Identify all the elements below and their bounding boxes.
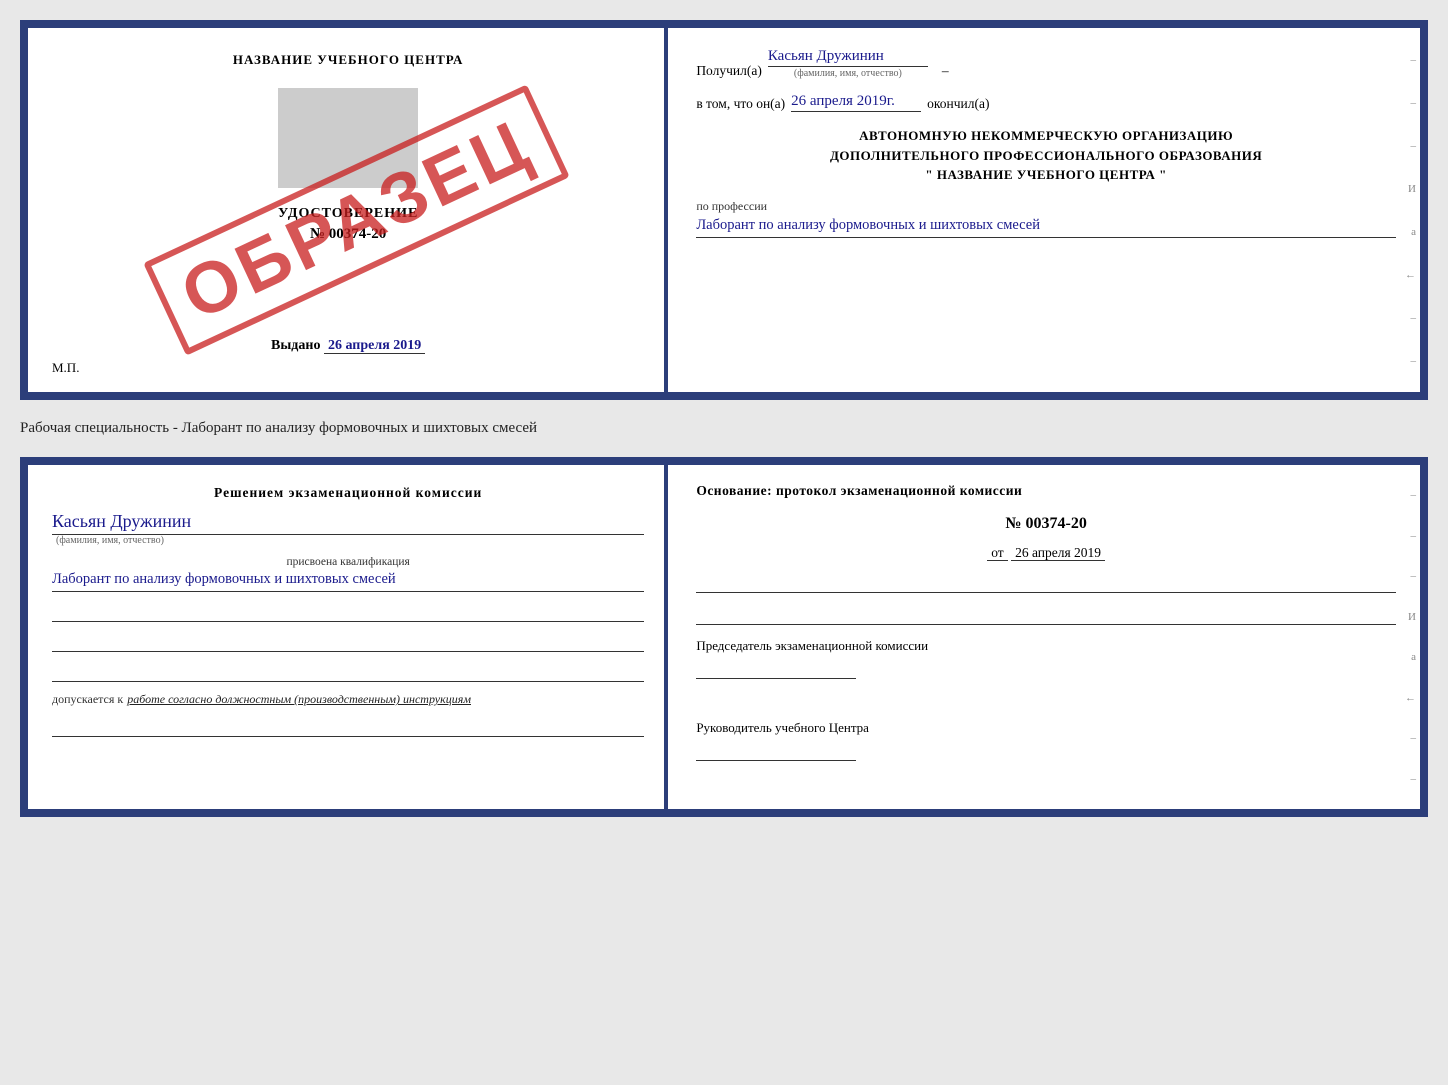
date-value: 26 апреля 2019г. (791, 93, 921, 112)
side-a: а (1400, 226, 1416, 238)
dash-5: – (1400, 355, 1416, 367)
blank-line-4 (52, 721, 644, 737)
bottom-doc-right: Основание: протокол экзаменационной коми… (668, 465, 1420, 809)
side-i: И (1400, 183, 1416, 195)
org-line1: АВТОНОМНУЮ НЕКОММЕРЧЕСКУЮ ОРГАНИЗАЦИЮ (696, 126, 1396, 146)
protocol-number: № 00374-20 (696, 515, 1396, 533)
bottom-dash-1: – (1400, 489, 1416, 501)
mp-label: М.П. (52, 360, 79, 376)
profession-value: Лаборант по анализу формовочных и шихтов… (696, 214, 1396, 238)
bottom-dash-4: – (1400, 732, 1416, 744)
received-prefix: Получил(а) (696, 63, 762, 79)
top-left-title: НАЗВАНИЕ УЧЕБНОГО ЦЕНТРА (233, 52, 464, 68)
qualification-value: Лаборант по анализу формовочных и шихтов… (52, 568, 644, 592)
allowed-text: работе согласно должностным (производств… (127, 692, 471, 707)
page-container: НАЗВАНИЕ УЧЕБНОГО ЦЕНТРА УДОСТОВЕРЕНИЕ №… (20, 20, 1428, 817)
cert-label: УДОСТОВЕРЕНИЕ (278, 206, 418, 222)
right-sidebar-top: – – – И а ← – – (1396, 28, 1420, 392)
right-sidebar-bottom: – – – И а ← – – (1396, 465, 1420, 809)
bottom-name-block: Касьян Дружинин (фамилия, имя, отчество) (52, 511, 644, 546)
blank-line-2 (52, 636, 644, 652)
side-arrow: ← (1400, 269, 1416, 281)
basis-text: Основание: протокол экзаменационной коми… (696, 483, 1396, 499)
chairman-label: Председатель экзаменационной комиссии (696, 637, 1396, 655)
chairman-block: Председатель экзаменационной комиссии (696, 637, 1396, 679)
director-sign-line (696, 741, 856, 761)
org-line2: ДОПОЛНИТЕЛЬНОГО ПРОФЕССИОНАЛЬНОГО ОБРАЗО… (696, 146, 1396, 166)
date-prefix: в том, что он(а) (696, 96, 785, 112)
top-doc-right: Получил(а) Касьян Дружинин (фамилия, имя… (668, 28, 1420, 392)
bottom-document: Решением экзаменационной комиссии Касьян… (20, 457, 1428, 817)
allowed-block: допускается к работе согласно должностны… (52, 692, 644, 707)
received-name: Касьян Дружинин (768, 48, 928, 67)
blank-line-1 (52, 606, 644, 622)
issued-date-value: 26 апреля 2019 (324, 338, 425, 354)
date-value-bottom: 26 апреля 2019 (1011, 545, 1105, 561)
top-document: НАЗВАНИЕ УЧЕБНОГО ЦЕНТРА УДОСТОВЕРЕНИЕ №… (20, 20, 1428, 400)
bottom-dash-5: – (1400, 773, 1416, 785)
org-block: АВТОНОМНУЮ НЕКОММЕРЧЕСКУЮ ОРГАНИЗАЦИЮ ДО… (696, 126, 1396, 185)
profession-block: по профессии Лаборант по анализу формово… (696, 199, 1396, 238)
cert-number: № 00374-20 (310, 226, 386, 243)
bottom-name: Касьян Дружинин (52, 511, 644, 535)
director-block: Руководитель учебного Центра (696, 719, 1396, 761)
dash-separator: – (942, 63, 949, 79)
issued-prefix: Выдано (271, 338, 320, 353)
date-suffix: окончил(а) (927, 96, 989, 112)
bottom-dash-2: – (1400, 530, 1416, 542)
bottom-name-subtitle: (фамилия, имя, отчество) (56, 535, 644, 546)
dash-4: – (1400, 312, 1416, 324)
bottom-side-i: И (1400, 611, 1416, 623)
top-doc-left: НАЗВАНИЕ УЧЕБНОГО ЦЕНТРА УДОСТОВЕРЕНИЕ №… (28, 28, 668, 392)
allowed-prefix: допускается к (52, 692, 123, 707)
cert-photo-placeholder (278, 88, 418, 188)
issued-date: Выдано 26 апреля 2019 (271, 318, 425, 354)
between-label: Рабочая специальность - Лаборант по анал… (20, 418, 1428, 439)
profession-prefix: по профессии (696, 199, 1396, 214)
bottom-side-a: а (1400, 651, 1416, 663)
qualification-block: присвоена квалификация Лаборант по анали… (52, 556, 644, 592)
received-row: Получил(а) Касьян Дружинин (фамилия, имя… (696, 48, 1396, 79)
received-name-subtitle: (фамилия, имя, отчество) (768, 68, 928, 79)
date-row: в том, что он(а) 26 апреля 2019г. окончи… (696, 93, 1396, 112)
blank-line-3 (52, 666, 644, 682)
dash-1: – (1400, 54, 1416, 66)
dash-2: – (1400, 97, 1416, 109)
decision-text: Решением экзаменационной комиссии (52, 485, 644, 501)
bottom-side-arrow: ← (1400, 692, 1416, 704)
recipient-line: Касьян Дружинин (фамилия, имя, отчество) (768, 48, 928, 79)
org-line3: " НАЗВАНИЕ УЧЕБНОГО ЦЕНТРА " (696, 165, 1396, 185)
bottom-dash-3: – (1400, 570, 1416, 582)
spacer (696, 691, 1396, 707)
date-prefix-bottom: от (987, 545, 1007, 561)
dash-3: – (1400, 140, 1416, 152)
bottom-blank-1 (696, 577, 1396, 593)
bottom-blank-2 (696, 609, 1396, 625)
chairman-sign-line (696, 659, 856, 679)
qualification-label: присвоена квалификация (52, 556, 644, 568)
director-label: Руководитель учебного Центра (696, 719, 1396, 737)
protocol-date: от 26 апреля 2019 (696, 545, 1396, 561)
bottom-doc-left: Решением экзаменационной комиссии Касьян… (28, 465, 668, 809)
